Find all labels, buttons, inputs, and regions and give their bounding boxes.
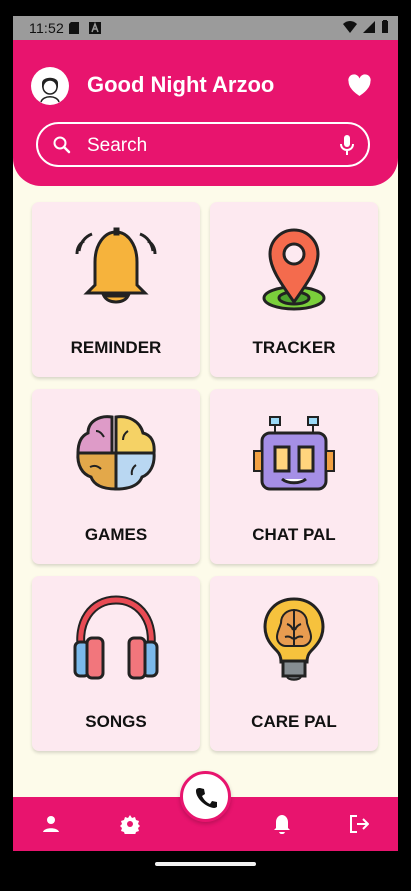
card-label: TRACKER bbox=[252, 338, 336, 357]
status-right-icons bbox=[343, 20, 388, 36]
card-label: GAMES bbox=[84, 525, 148, 544]
phone-icon bbox=[195, 787, 217, 808]
map-pin-icon bbox=[262, 228, 326, 311]
games-card[interactable]: GAMES bbox=[32, 389, 200, 564]
microphone-icon[interactable] bbox=[339, 134, 355, 156]
greeting-title: Good Night Arzoo bbox=[87, 72, 275, 97]
card-label: CARE PAL bbox=[251, 712, 337, 731]
notification-a-icon bbox=[89, 21, 101, 37]
heart-icon[interactable] bbox=[346, 73, 373, 97]
brain-puzzle-icon bbox=[76, 415, 156, 491]
settings-icon[interactable] bbox=[118, 812, 142, 836]
wifi-icon bbox=[343, 20, 357, 36]
headphones-icon bbox=[73, 595, 159, 680]
chat-pal-card[interactable]: CHAT PAL bbox=[210, 389, 378, 564]
status-time: 11:52 bbox=[29, 20, 64, 36]
avatar-icon[interactable] bbox=[31, 67, 69, 105]
status-bar: 11:52 bbox=[13, 16, 398, 40]
logout-icon[interactable] bbox=[347, 812, 371, 836]
robot-icon bbox=[253, 416, 335, 491]
signal-icon bbox=[363, 20, 375, 36]
bell-icon bbox=[75, 227, 157, 304]
search-icon bbox=[53, 136, 71, 154]
notifications-icon[interactable] bbox=[270, 812, 294, 836]
tracker-card[interactable]: TRACKER bbox=[210, 202, 378, 377]
lightbulb-brain-icon bbox=[263, 597, 325, 681]
card-label: SONGS bbox=[85, 712, 147, 731]
sd-card-icon bbox=[69, 21, 79, 37]
profile-icon[interactable] bbox=[39, 812, 63, 836]
home-indicator bbox=[155, 862, 256, 866]
header: Good Night Arzoo bbox=[13, 40, 398, 186]
care-pal-card[interactable]: CARE PAL bbox=[210, 576, 378, 751]
search-input[interactable] bbox=[85, 134, 339, 158]
search-bar[interactable] bbox=[36, 122, 370, 167]
card-label: CHAT PAL bbox=[252, 525, 336, 544]
reminder-card[interactable]: REMINDER bbox=[32, 202, 200, 377]
songs-card[interactable]: SONGS bbox=[32, 576, 200, 751]
call-button[interactable] bbox=[180, 771, 231, 822]
card-label: REMINDER bbox=[70, 338, 162, 357]
battery-icon bbox=[381, 20, 388, 36]
feature-grid: REMINDER TRACKER GAMES CHAT PAL SONGS CA… bbox=[32, 202, 380, 752]
status-left-icons bbox=[69, 21, 101, 37]
